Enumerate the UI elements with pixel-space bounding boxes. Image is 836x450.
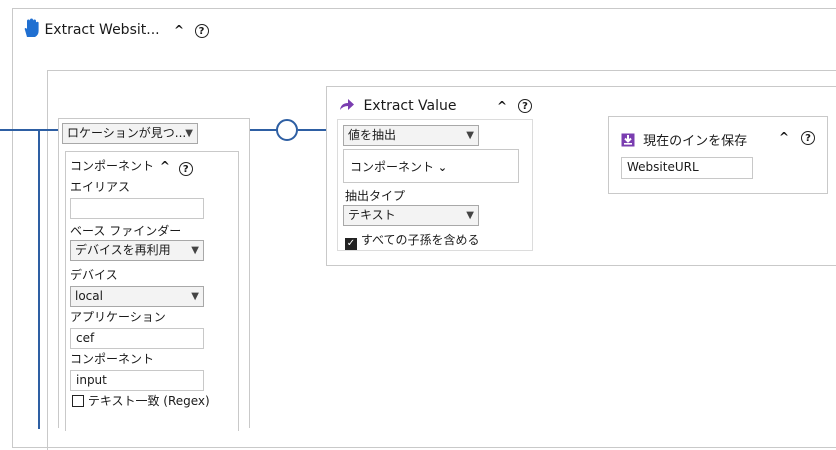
share-arrow-icon xyxy=(340,99,354,110)
collapse-chevron-up-icon[interactable]: ^ xyxy=(497,99,507,113)
dropdown-arrow-icon: ▼ xyxy=(191,245,199,256)
dropdown-arrow-icon: ▼ xyxy=(185,128,193,139)
alias-label: エイリアス xyxy=(70,180,131,194)
regex-checkbox[interactable] xyxy=(72,395,84,407)
save-download-icon xyxy=(621,133,635,147)
flow-line-mid-left xyxy=(248,129,278,131)
collapse-chevron-up-icon[interactable]: ^ xyxy=(779,130,789,144)
component-input[interactable]: input xyxy=(70,370,204,391)
component-label: コンポーネント xyxy=(70,352,155,366)
save-card: 現在のインを保存 ^ ? WebsiteURL xyxy=(608,116,828,194)
hand-icon xyxy=(24,18,39,37)
dropdown-arrow-icon: ▼ xyxy=(191,291,199,302)
application-label: アプリケーション xyxy=(70,310,166,324)
header-title: Extract Websit... xyxy=(44,22,160,38)
device-select[interactable]: local ▼ xyxy=(70,286,204,307)
location-card: ロケーションが見つ... ▼ コンポーネント ^ ? エイリアス ベース ファイ… xyxy=(58,118,250,431)
base-finder-label: ベース ファインダー xyxy=(70,224,182,238)
header: Extract Websit... ^ ? xyxy=(22,18,209,40)
help-icon[interactable]: ? xyxy=(518,99,532,113)
flow-line-left xyxy=(0,129,60,131)
flow-node-connector-blue[interactable] xyxy=(276,119,298,141)
help-icon[interactable]: ? xyxy=(178,162,193,176)
save-variable-input[interactable]: WebsiteURL xyxy=(621,157,753,179)
extract-title-bar: Extract Value xyxy=(339,98,457,114)
location-selector[interactable]: ロケーションが見つ... ▼ xyxy=(62,123,198,144)
application-input[interactable]: cef xyxy=(70,328,204,349)
regex-checkbox-row[interactable]: テキスト一致 (Regex) xyxy=(72,392,210,409)
device-label: デバイス xyxy=(70,268,118,282)
base-finder-select[interactable]: デバイスを再利用 ▼ xyxy=(70,240,204,261)
collapse-chevron-up-icon[interactable]: ^ xyxy=(160,159,170,173)
flow-line-vertical xyxy=(38,129,40,429)
extract-field-group xyxy=(337,119,533,251)
help-icon[interactable]: ? xyxy=(801,131,815,145)
component-group: コンポーネント ^ ? エイリアス ベース ファインダー デバイスを再利用 ▼ … xyxy=(65,151,239,431)
help-icon[interactable]: ? xyxy=(194,24,209,38)
alias-input[interactable] xyxy=(70,198,204,219)
component-header: コンポーネント ^ ? xyxy=(70,157,193,176)
collapse-chevron-up-icon[interactable]: ^ xyxy=(174,23,184,37)
save-title-bar: 現在のインを保存 xyxy=(621,130,747,149)
